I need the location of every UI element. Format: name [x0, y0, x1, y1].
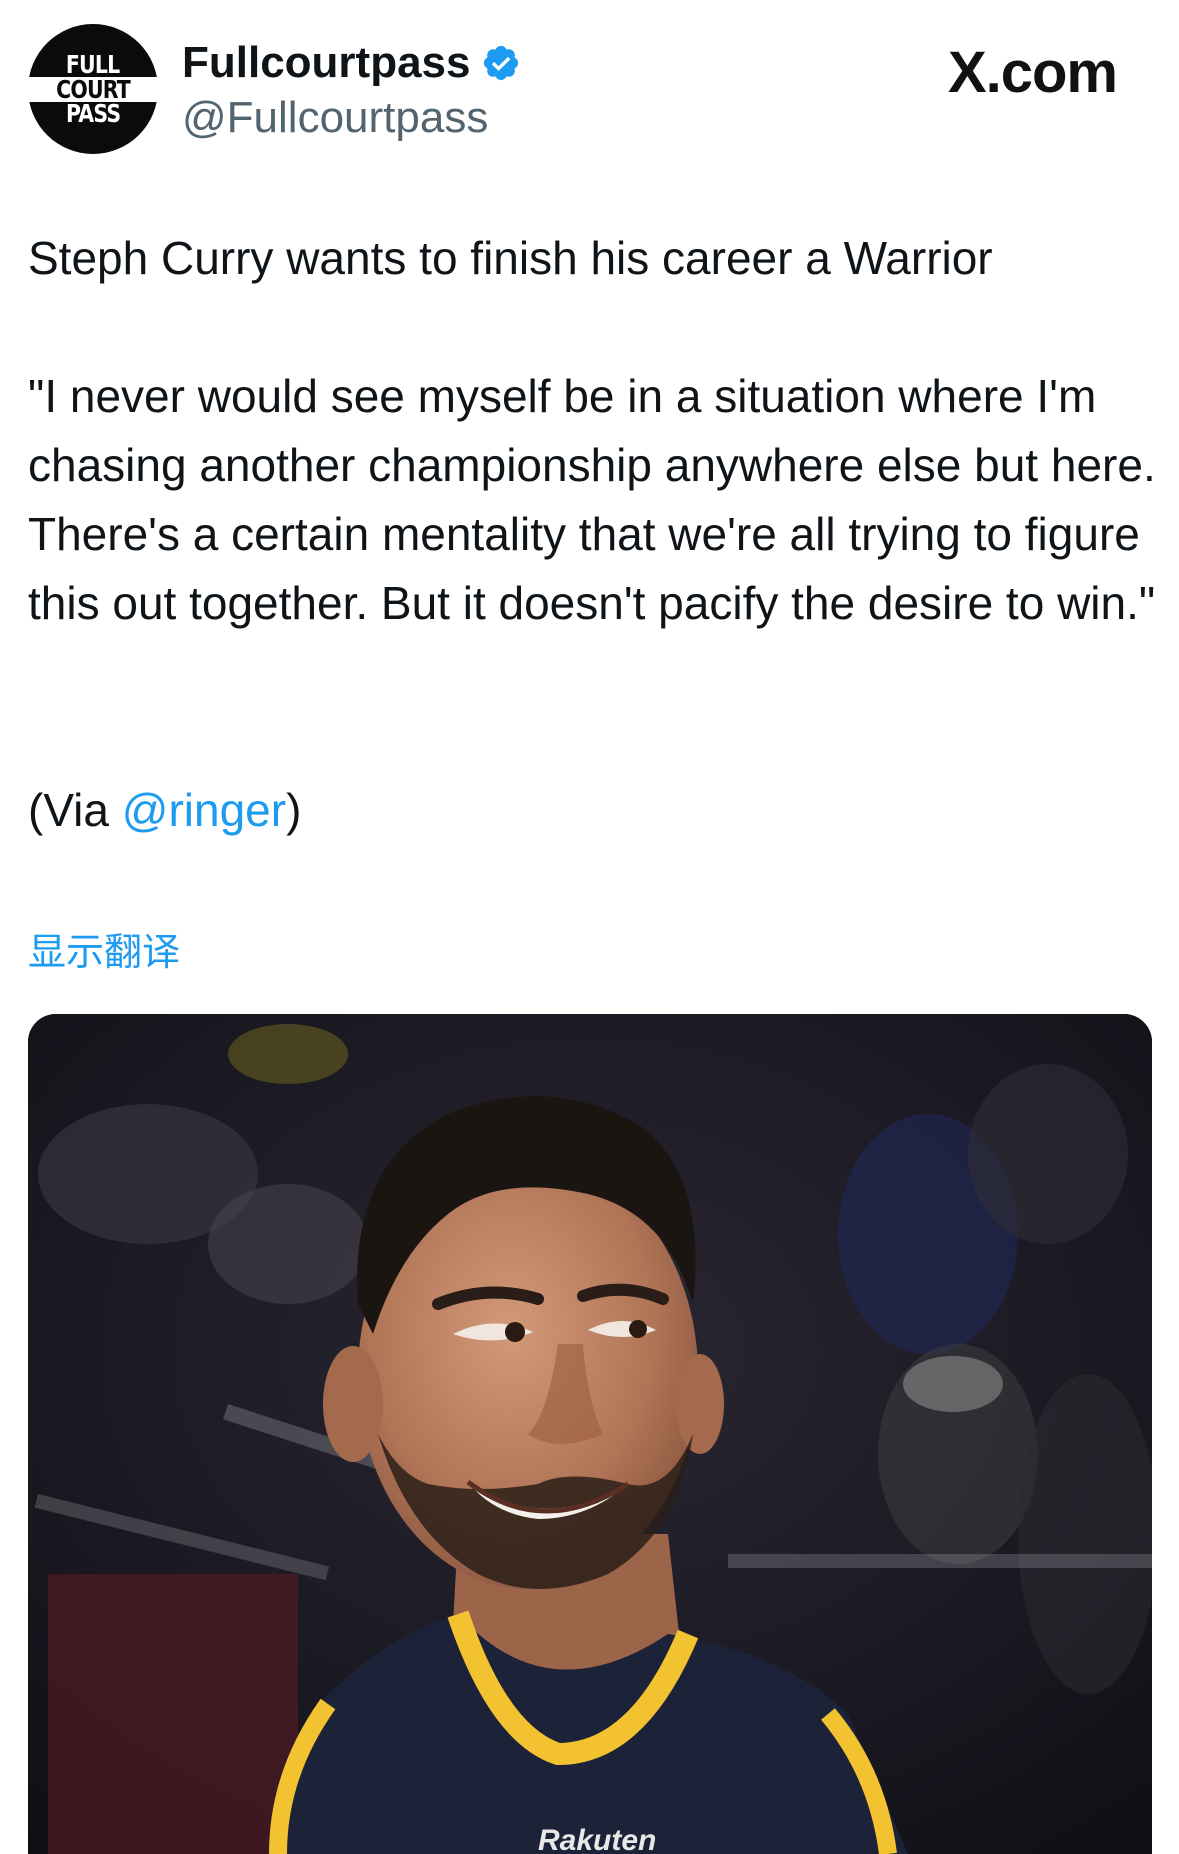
verified-badge-icon[interactable] [481, 43, 521, 83]
tweet-quote: "I never would see myself be in a situat… [28, 370, 1156, 629]
avatar-logo-text-1: FULL [66, 49, 120, 79]
tweet-headline: Steph Curry wants to finish his career a… [28, 232, 993, 284]
tweet-header: FULL COURT PASS Fullcourtpass @Fullcourt… [0, 0, 1179, 170]
via-prefix: (Via [28, 784, 122, 836]
via-suffix: ) [286, 784, 302, 836]
ringer-mention-link[interactable]: @ringer [122, 784, 286, 836]
author-name-row: Fullcourtpass [182, 34, 521, 92]
show-translation-link[interactable]: 显示翻译 [28, 928, 180, 976]
photo-steph-curry-illustration: Rakuten [28, 1014, 1152, 1854]
author-avatar[interactable]: FULL COURT PASS [26, 24, 160, 154]
jersey-sponsor-text: Rakuten [538, 1824, 656, 1854]
avatar-logo-text-3: PASS [65, 98, 121, 128]
x-com-watermark: X.com [947, 40, 1118, 105]
author-display-name[interactable]: Fullcourtpass [182, 34, 471, 92]
author-handle[interactable]: @Fullcourtpass [182, 90, 488, 146]
tweet-photo[interactable]: Rakuten [28, 1014, 1152, 1854]
tweet-via-line: (Via @ringer) [28, 776, 301, 845]
